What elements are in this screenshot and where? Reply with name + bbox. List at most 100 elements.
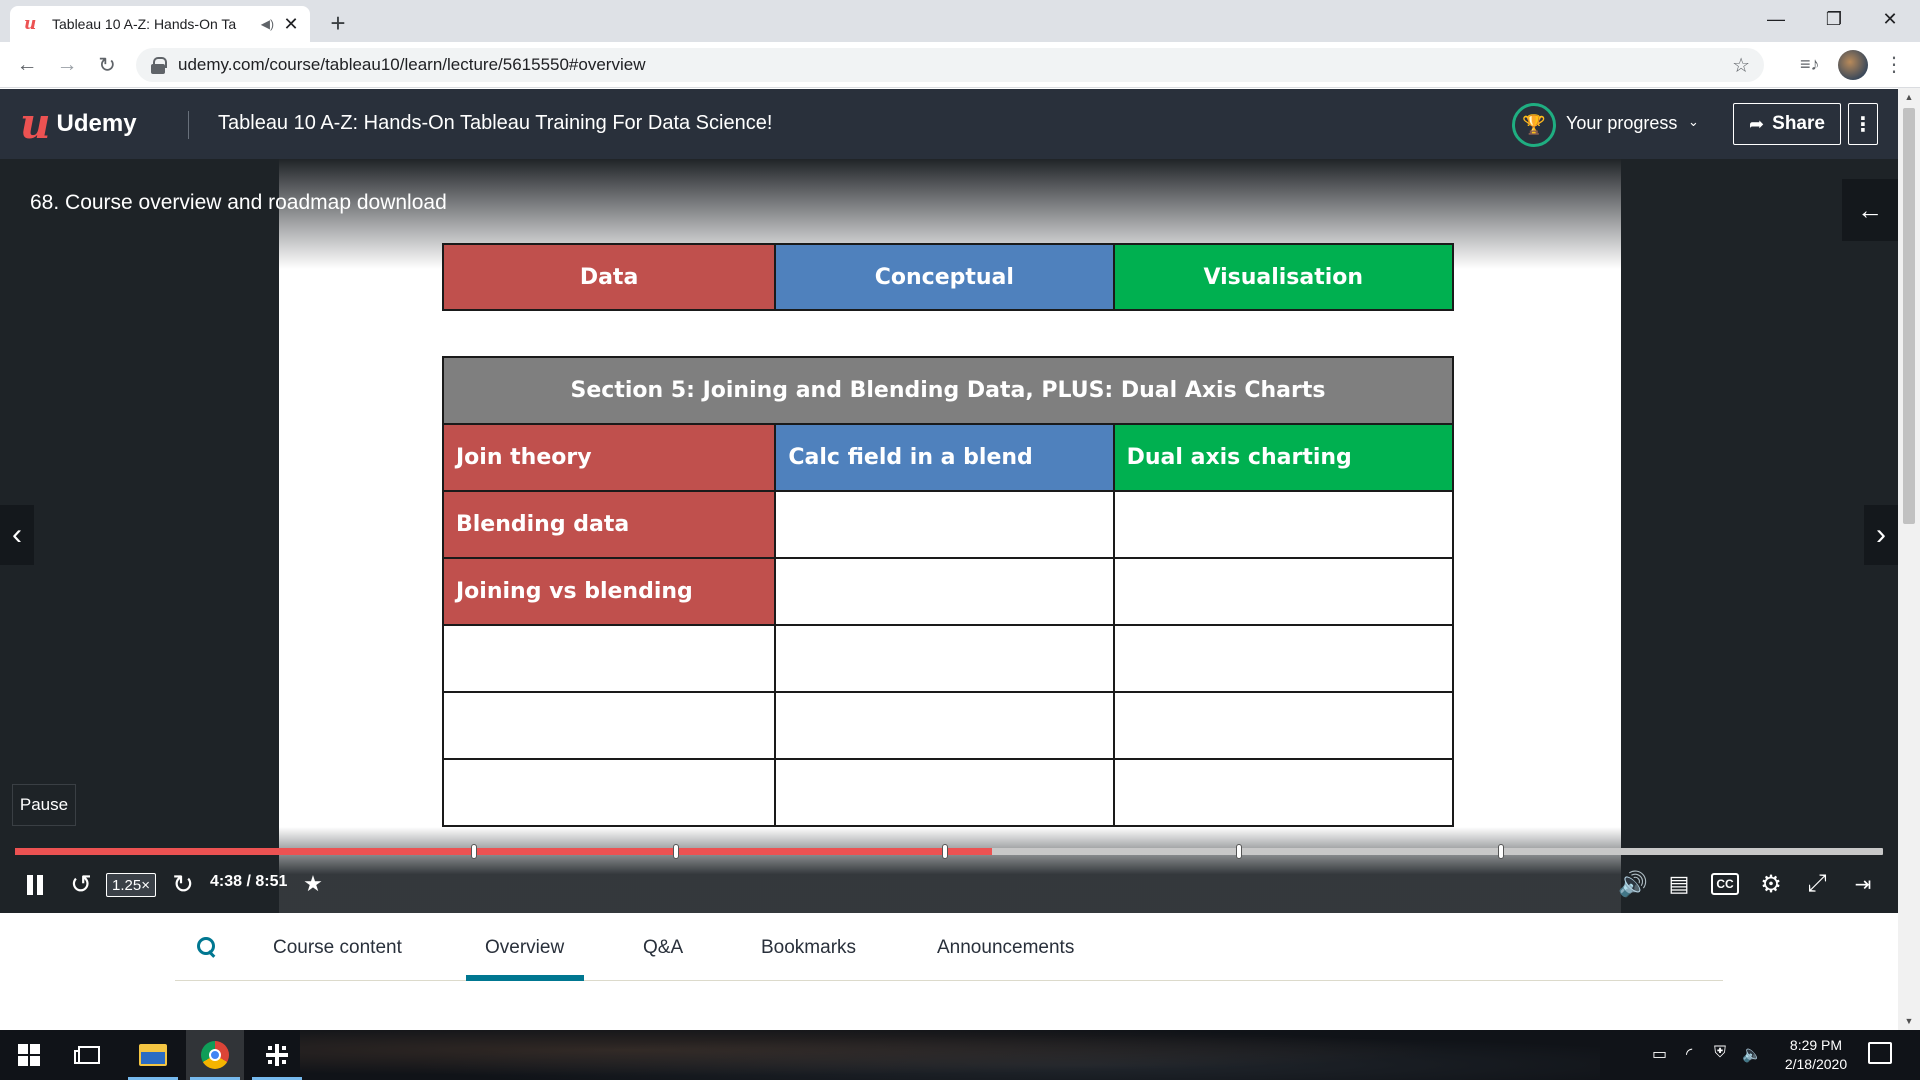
tableau-taskbar-button[interactable] — [248, 1030, 306, 1080]
captions-button[interactable]: CC — [1708, 869, 1742, 899]
task-view-button[interactable] — [60, 1030, 118, 1080]
clock-date: 2/18/2020 — [1784, 1056, 1848, 1072]
scroll-up-arrow-icon[interactable]: ▲ — [1898, 88, 1920, 106]
table-cell: Calc field in a blend — [774, 423, 1115, 492]
scrollbar-thumb[interactable] — [1903, 108, 1915, 524]
course-title[interactable]: Tableau 10 A-Z: Hands-On Tableau Trainin… — [218, 112, 772, 135]
restore-window-button[interactable]: ❐ — [1806, 0, 1862, 38]
taskbar-wallpaper — [300, 1030, 1600, 1080]
lecture-title: 68. Course overview and roadmap download — [30, 191, 447, 214]
table-row: Join theory Calc field in a blend Dual a… — [441, 423, 1455, 492]
table-cell: Dual axis charting — [1112, 423, 1455, 492]
table-cell — [1112, 557, 1455, 626]
tab-overview[interactable]: Overview — [485, 937, 564, 959]
browser-tab[interactable]: u Tableau 10 A-Z: Hands-On Ta ◀) ✕ — [10, 6, 310, 42]
sidebar-toggle-arrow-icon[interactable]: ← — [1842, 179, 1898, 241]
speaker-volume-icon[interactable]: 🔈 — [1742, 1044, 1762, 1064]
file-explorer-button[interactable] — [124, 1030, 182, 1080]
rewind-5s-icon[interactable]: ↺ — [66, 869, 96, 899]
table-cell: Join theory — [441, 423, 777, 492]
chapter-marker[interactable] — [673, 844, 679, 859]
tab-bookmarks[interactable]: Bookmarks — [761, 937, 856, 959]
speaker-icon[interactable]: ◀) — [261, 17, 274, 31]
system-clock[interactable]: 8:29 PM 2/18/2020 — [1766, 1036, 1866, 1074]
reload-button[interactable]: ↻ — [92, 50, 122, 80]
volume-icon[interactable]: 🔊 — [1616, 869, 1650, 899]
section-title: Section 5: Joining and Blending Data, PL… — [442, 356, 1454, 425]
video-player[interactable]: 68. Course overview and roadmap download… — [0, 159, 1898, 913]
table-cell — [774, 691, 1115, 760]
playback-speed-button[interactable]: 1.25× — [106, 873, 156, 897]
chrome-taskbar-button[interactable] — [186, 1030, 244, 1080]
lecture-tabs: Course content Overview Q&A Bookmarks An… — [175, 913, 1723, 981]
pause-button[interactable] — [22, 871, 48, 899]
table-cell — [1112, 691, 1455, 760]
table-row: Blending data — [441, 490, 1455, 559]
close-tab-icon[interactable]: ✕ — [282, 14, 300, 35]
legend-data: Data — [441, 243, 777, 311]
profile-avatar[interactable] — [1838, 50, 1868, 80]
tab-qa[interactable]: Q&A — [643, 937, 683, 959]
next-lecture-arrow-icon[interactable]: › — [1864, 505, 1898, 565]
transcript-icon[interactable]: ▤ — [1662, 869, 1696, 899]
minimize-window-button[interactable]: — — [1748, 0, 1804, 38]
udemy-favicon-icon: u — [24, 14, 37, 34]
notifications-icon[interactable] — [1868, 1042, 1892, 1064]
table-cell: Joining vs blending — [441, 557, 777, 626]
more-options-button[interactable]: ⋮ — [1848, 103, 1878, 145]
share-button[interactable]: ➦ Share — [1733, 103, 1841, 145]
chapter-marker[interactable] — [1498, 844, 1504, 859]
windows-taskbar: ▭ ◜ ⛨ 🔈 8:29 PM 2/18/2020 — [0, 1030, 1920, 1080]
fullscreen-icon[interactable]: ⤢ — [1800, 869, 1834, 899]
battery-icon[interactable]: ▭ — [1652, 1044, 1667, 1064]
table-cell — [441, 691, 777, 760]
table-cell — [774, 624, 1115, 693]
media-playlist-icon[interactable]: ≡♪ — [1800, 54, 1820, 75]
back-button[interactable]: ← — [12, 50, 42, 80]
search-icon[interactable] — [197, 937, 217, 957]
security-shield-icon[interactable]: ⛨ — [1714, 1044, 1726, 1062]
chapter-marker[interactable] — [1236, 844, 1242, 859]
captions-icon: CC — [1711, 873, 1739, 895]
tab-announcements[interactable]: Announcements — [937, 937, 1074, 959]
roadmap-legend: Data Conceptual Visualisation — [441, 243, 1455, 311]
close-window-button[interactable]: ✕ — [1862, 0, 1918, 38]
your-progress-label[interactable]: Your progress — [1566, 113, 1677, 134]
chapter-marker[interactable] — [942, 844, 948, 859]
expand-view-icon[interactable]: ⇥ — [1846, 869, 1880, 899]
chevron-down-icon[interactable]: ⌄ — [1688, 114, 1699, 130]
add-bookmark-icon[interactable]: ★ — [298, 869, 328, 899]
share-arrow-icon: ➦ — [1749, 113, 1765, 134]
page-scrollbar[interactable]: ▲ ▼ — [1898, 88, 1920, 1030]
tableau-icon — [264, 1042, 290, 1068]
clock-time: 8:29 PM — [1789, 1037, 1843, 1053]
forward-5s-icon[interactable]: ↻ — [168, 869, 198, 899]
previous-lecture-arrow-icon[interactable]: ‹ — [0, 505, 34, 565]
new-tab-button[interactable]: + — [324, 8, 352, 39]
legend-row: Data Conceptual Visualisation — [441, 243, 1455, 311]
browser-menu-icon[interactable]: ⋮ — [1884, 52, 1904, 77]
scroll-down-arrow-icon[interactable]: ▼ — [1898, 1012, 1920, 1030]
bookmark-star-icon[interactable]: ☆ — [1732, 53, 1750, 78]
wifi-icon[interactable]: ◜ — [1686, 1044, 1692, 1064]
chapter-marker[interactable] — [471, 844, 477, 859]
table-cell — [1112, 758, 1455, 827]
address-bar[interactable]: udemy.com/course/tableau10/learn/lecture… — [136, 48, 1764, 82]
task-view-icon — [74, 1046, 100, 1064]
url-text[interactable]: udemy.com/course/tableau10/learn/lecture… — [178, 55, 645, 75]
settings-gear-icon[interactable]: ⚙ — [1754, 869, 1788, 899]
trophy-icon[interactable]: 🏆 — [1512, 103, 1556, 147]
table-cell — [441, 624, 777, 693]
start-button[interactable] — [0, 1030, 58, 1080]
section-header-row: Section 5: Joining and Blending Data, PL… — [442, 356, 1454, 425]
video-progress-bar[interactable] — [15, 844, 1883, 859]
lock-icon[interactable] — [150, 56, 167, 74]
table-cell — [1112, 490, 1455, 559]
forward-button[interactable]: → — [52, 50, 82, 80]
tab-course-content[interactable]: Course content — [273, 937, 402, 959]
chrome-icon — [201, 1041, 229, 1069]
udemy-logo-text: Udemy — [56, 110, 137, 137]
pause-tooltip: Pause — [12, 784, 76, 826]
udemy-logo[interactable]: u Udemy — [20, 103, 137, 145]
table-cell — [441, 758, 777, 827]
